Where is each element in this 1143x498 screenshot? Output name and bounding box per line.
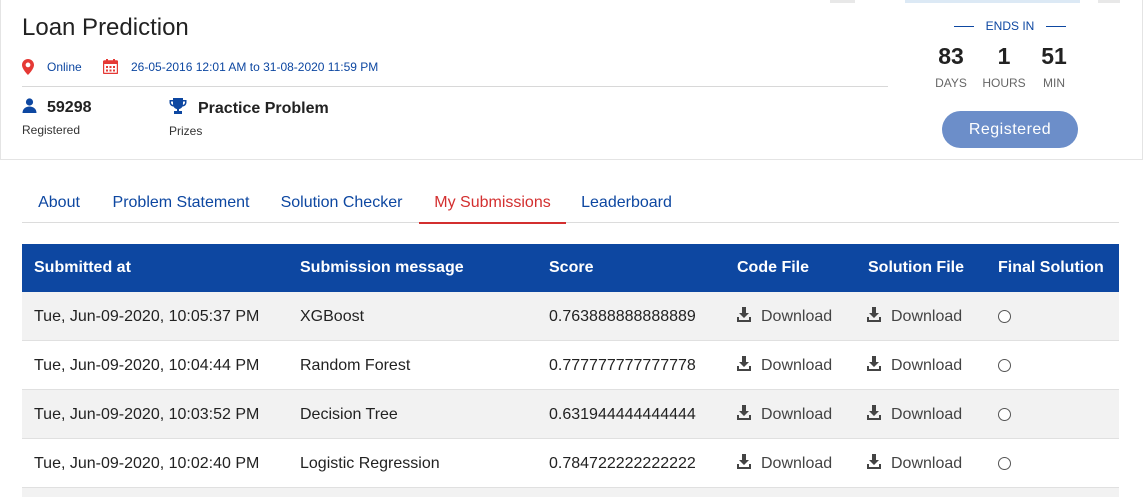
submitted-at-cell: Tue, Jun-09-2020, 10:03:52 PM — [34, 406, 260, 423]
table-row: Tue, Jun-09-2020, 10:03:52 PM Decision T… — [22, 390, 1119, 439]
days-value: 83 — [938, 43, 964, 69]
map-pin-icon — [22, 59, 34, 75]
score-cell: 0.784722222222222 — [549, 455, 696, 472]
registered-stat: 59298 Registered — [22, 98, 92, 137]
download-label: Download — [891, 405, 963, 423]
final-solution-radio[interactable] — [998, 310, 1011, 323]
user-icon — [22, 98, 37, 118]
download-icon — [867, 306, 891, 327]
tab-my-submissions[interactable]: My Submissions — [419, 183, 566, 224]
solution-file-download-link[interactable]: Download — [867, 292, 962, 341]
location-text: Online — [47, 60, 82, 74]
submission-message-cell: Decision Tree — [300, 406, 398, 423]
tab-leaderboard[interactable]: Leaderboard — [575, 183, 678, 223]
countdown-minutes: 51 MIN — [1038, 43, 1070, 90]
days-label: DAYS — [935, 76, 967, 90]
code-file-download-link[interactable]: Download — [737, 439, 832, 488]
header-code-file: Code File — [737, 259, 810, 276]
tab-problem-statement[interactable]: Problem Statement — [106, 183, 256, 223]
download-icon — [867, 404, 891, 425]
minutes-value: 51 — [1041, 43, 1067, 69]
download-icon — [867, 453, 891, 474]
solution-file-download-link[interactable]: Download — [867, 439, 962, 488]
tab-about[interactable]: About — [22, 183, 96, 223]
submissions-table: Submitted at Submission message Score Co… — [22, 244, 1119, 497]
score-cell: 0.631944444444444 — [549, 406, 696, 423]
minutes-label: MIN — [1043, 76, 1065, 90]
code-file-download-link[interactable]: Download — [737, 292, 832, 341]
submitted-at-cell: Tue, Jun-09-2020, 10:05:37 PM — [34, 308, 260, 325]
registered-label: Registered — [22, 123, 81, 137]
download-label: Download — [891, 356, 963, 374]
prize-stat: Practice Problem Prizes — [169, 98, 329, 138]
calendar-icon — [103, 59, 118, 74]
download-icon — [737, 306, 761, 327]
header-submitted-at: Submitted at — [34, 259, 131, 276]
submission-message-cell: Random Forest — [300, 357, 411, 374]
download-icon — [867, 355, 891, 376]
submission-message-cell: XGBoost — [300, 308, 365, 325]
download-label: Download — [891, 454, 963, 472]
header-solution-file: Solution File — [868, 259, 964, 276]
countdown-hours: 1 HOURS — [980, 43, 1028, 90]
download-label: Download — [761, 356, 833, 374]
registered-count: 59298 — [47, 99, 92, 116]
table-row: Tue, Jun-09-2020, 10:05:37 PM XGBoost 0.… — [22, 292, 1119, 341]
solution-file-download-link[interactable]: Download — [867, 390, 962, 439]
download-icon — [737, 453, 761, 474]
solution-file-download-link[interactable]: Download — [867, 341, 962, 390]
tab-bar: About Problem Statement Solution Checker… — [22, 183, 1119, 224]
header-final-solution: Final Solution — [998, 259, 1104, 276]
submitted-at-cell: Tue, Jun-09-2020, 10:02:40 PM — [34, 455, 260, 472]
header-score: Score — [549, 259, 594, 276]
page-title: Loan Prediction — [22, 14, 189, 41]
dash-decoration — [953, 25, 974, 27]
dates-text: 26-05-2016 12:01 AM to 31-08-2020 11:59 … — [131, 59, 379, 74]
location-meta: Online — [22, 59, 82, 75]
download-label: Download — [761, 307, 833, 325]
dates-meta: 26-05-2016 12:01 AM to 31-08-2020 11:59 … — [103, 59, 378, 74]
download-icon — [737, 404, 761, 425]
prize-value: Practice Problem — [198, 99, 329, 117]
header-submission-message: Submission message — [300, 259, 464, 276]
table-row — [22, 488, 1119, 497]
divider — [22, 86, 888, 87]
dash-decoration — [1046, 25, 1067, 27]
code-file-download-link[interactable]: Download — [737, 341, 832, 390]
header-decoration — [830, 0, 855, 3]
submission-message-cell: Logistic Regression — [300, 455, 440, 472]
submitted-at-cell: Tue, Jun-09-2020, 10:04:44 PM — [34, 357, 260, 374]
countdown-days: 83 DAYS — [935, 43, 967, 90]
ends-in-label: ENDS IN — [985, 19, 1035, 33]
score-cell: 0.777777777777778 — [549, 357, 696, 374]
prize-label: Prizes — [169, 124, 203, 138]
trophy-icon — [169, 98, 187, 119]
download-label: Download — [891, 307, 963, 325]
score-cell: 0.763888888888889 — [549, 308, 696, 325]
header-decoration — [1098, 0, 1120, 3]
countdown-heading: ENDS IN — [935, 19, 1085, 33]
hours-label: HOURS — [982, 76, 1026, 90]
tab-solution-checker[interactable]: Solution Checker — [274, 183, 409, 223]
hours-value: 1 — [997, 43, 1011, 69]
download-label: Download — [761, 405, 833, 423]
download-label: Download — [761, 454, 833, 472]
registered-button[interactable]: Registered — [942, 111, 1078, 148]
header-decoration — [905, 0, 1080, 3]
table-row: Tue, Jun-09-2020, 10:04:44 PM Random For… — [22, 341, 1119, 390]
download-icon — [737, 355, 761, 376]
code-file-download-link[interactable]: Download — [737, 390, 832, 439]
final-solution-radio[interactable] — [998, 457, 1011, 470]
table-row: Tue, Jun-09-2020, 10:02:40 PM Logistic R… — [22, 439, 1119, 488]
table-header: Submitted at Submission message Score Co… — [22, 244, 1119, 292]
final-solution-radio[interactable] — [998, 408, 1011, 421]
final-solution-radio[interactable] — [998, 359, 1011, 372]
